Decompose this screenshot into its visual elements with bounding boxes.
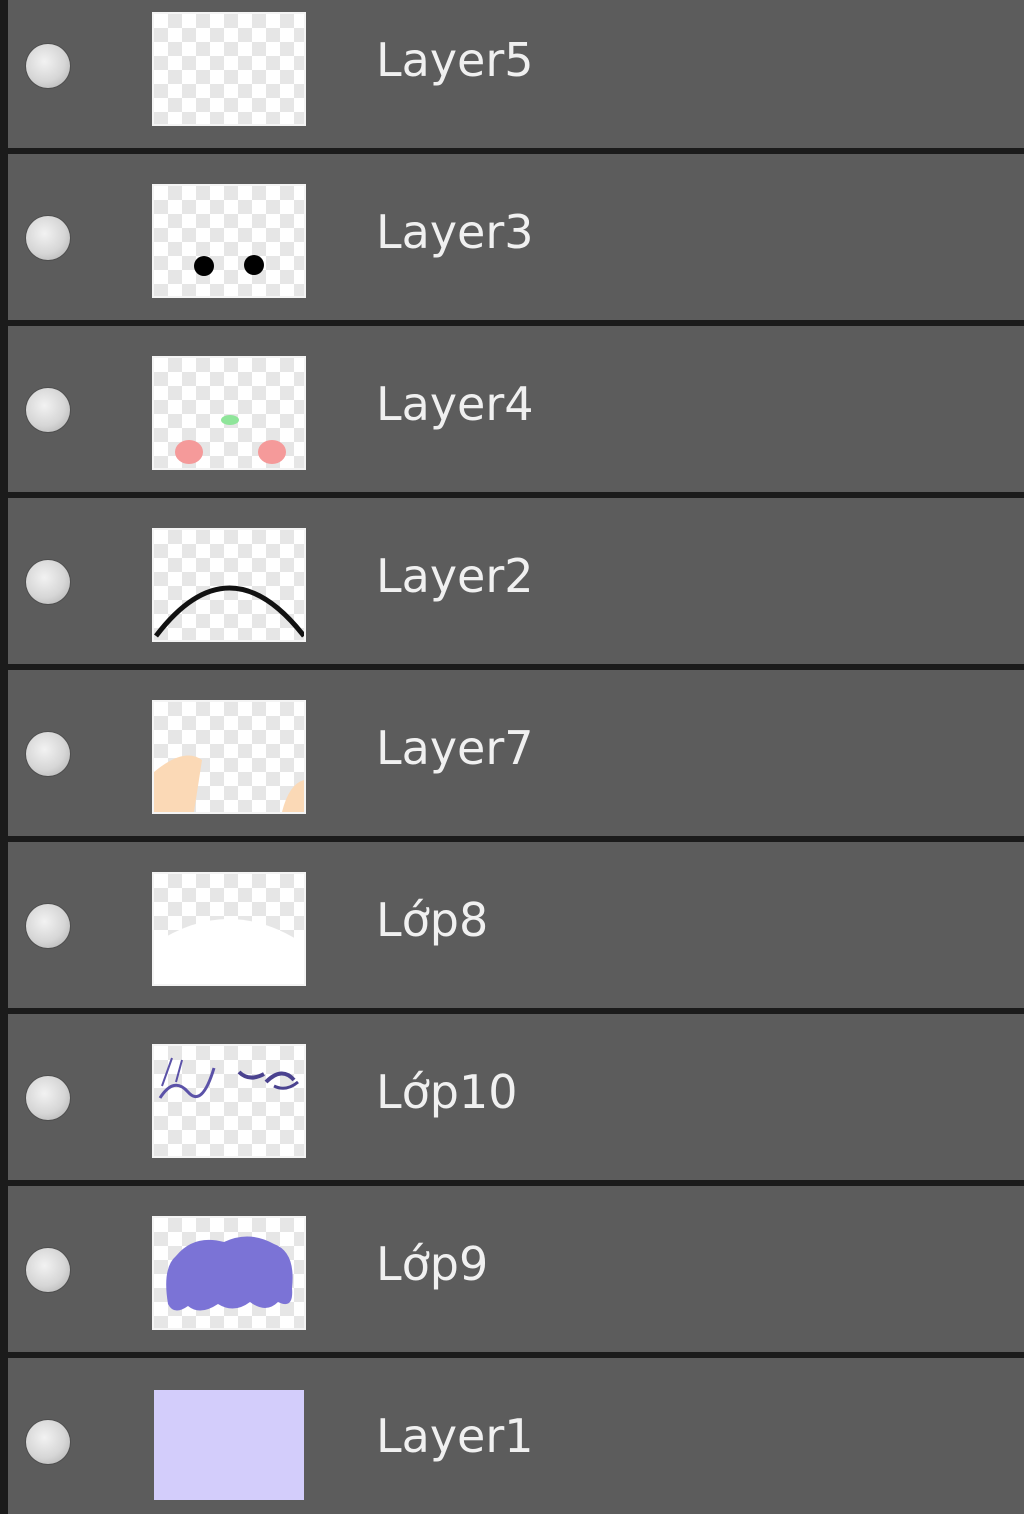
white-fill-thumbnail-art (154, 919, 304, 984)
layer-name: Layer7 (376, 721, 534, 775)
layer-row-layer5[interactable]: Layer5 (8, 0, 1024, 148)
visibility-toggle-icon[interactable] (26, 216, 70, 260)
layer-row-lop8[interactable]: Lớp8 (8, 842, 1024, 1008)
layer-thumbnail (154, 1390, 304, 1500)
visibility-toggle-icon[interactable] (26, 388, 70, 432)
layer-name: Layer1 (376, 1409, 534, 1463)
layer-name: Layer2 (376, 549, 534, 603)
layer-row-layer2[interactable]: Layer2 (8, 498, 1024, 664)
layer-row-layer3[interactable]: Layer3 (8, 154, 1024, 320)
layer-row-layer1[interactable]: Layer1 (8, 1358, 1024, 1514)
layers-panel: Layer5 Layer3 Layer4 Layer2 Layer7 Lớp8 … (0, 0, 1024, 1514)
skin-thumbnail-art (154, 755, 304, 812)
visibility-toggle-icon[interactable] (26, 44, 70, 88)
layer-thumbnail (154, 702, 304, 812)
cheeks-thumbnail-art (175, 415, 286, 464)
visibility-toggle-icon[interactable] (26, 560, 70, 604)
layer-name: Layer5 (376, 33, 534, 87)
visibility-toggle-icon[interactable] (26, 1420, 70, 1464)
visibility-toggle-icon[interactable] (26, 1076, 70, 1120)
layer-thumbnail (154, 530, 304, 640)
visibility-toggle-icon[interactable] (26, 732, 70, 776)
layer-name: Layer3 (376, 205, 534, 259)
layer-row-lop10[interactable]: Lớp10 (8, 1014, 1024, 1180)
layer-row-layer4[interactable]: Layer4 (8, 326, 1024, 492)
arc-thumbnail-art (154, 585, 304, 638)
layer-thumbnail (154, 874, 304, 984)
layer-row-layer7[interactable]: Layer7 (8, 670, 1024, 836)
visibility-toggle-icon[interactable] (26, 904, 70, 948)
layer-thumbnail (154, 358, 304, 468)
layer-thumbnail (154, 186, 304, 296)
layer-thumbnail (154, 1046, 304, 1156)
layer-name: Lớp10 (376, 1065, 518, 1119)
layer-row-lop9[interactable]: Lớp9 (8, 1186, 1024, 1352)
layer-thumbnail (154, 1218, 304, 1328)
eyes-thumbnail-art (194, 255, 264, 276)
layer-name: Layer4 (376, 377, 534, 431)
hair-blob-thumbnail-art (166, 1236, 293, 1311)
layer-thumbnail (154, 14, 304, 124)
layer-name: Lớp9 (376, 1237, 489, 1291)
layer-name: Lớp8 (376, 893, 489, 947)
visibility-toggle-icon[interactable] (26, 1248, 70, 1292)
sketch-lines-thumbnail-art (158, 1057, 299, 1099)
